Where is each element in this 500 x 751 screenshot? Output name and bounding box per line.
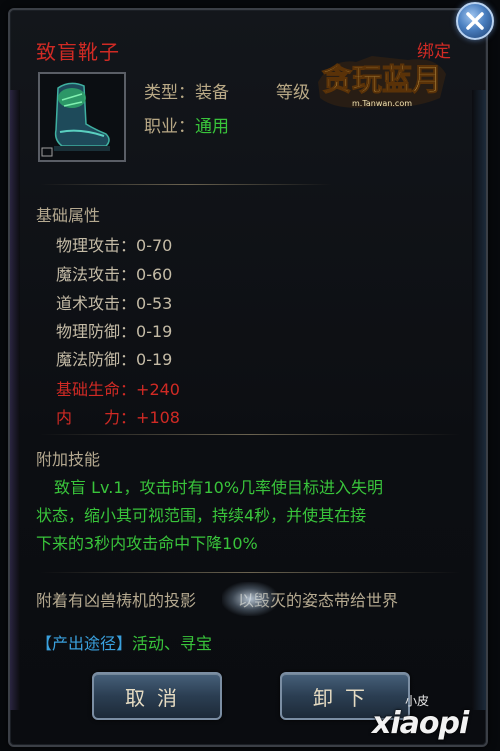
light-glare bbox=[222, 582, 278, 616]
attr-value: 0-19 bbox=[136, 322, 173, 341]
attr-value: 0-70 bbox=[136, 236, 173, 255]
attr-value: +240 bbox=[136, 380, 180, 399]
cancel-button[interactable]: 取消 bbox=[92, 672, 222, 720]
item-type-field: 类型：装备 bbox=[144, 78, 229, 103]
attr-label: 魔法攻击 bbox=[56, 265, 121, 284]
item-job-value: 通用 bbox=[195, 117, 229, 137]
item-name: 致盲靴子 bbox=[36, 40, 120, 64]
attr-value: 0-60 bbox=[136, 265, 173, 284]
skill-line: 状态，缩小其可视范围，持续4秒，并使其在接 bbox=[36, 506, 367, 525]
attr-label: 基础生命 bbox=[56, 380, 121, 399]
item-level-label: 等级 bbox=[276, 83, 310, 103]
close-icon bbox=[466, 12, 484, 30]
divider-top bbox=[40, 184, 332, 185]
game-logo: 贪玩蓝月 m.Tanwan.com bbox=[318, 56, 446, 108]
attr-label: 物理攻击 bbox=[56, 236, 121, 255]
attr-label: 物理防御 bbox=[56, 322, 121, 341]
flavor-text: 附着有凶兽梼机的投影 以毁灭的姿态带给世界 bbox=[36, 587, 398, 611]
base-attrs-title: 基础属性 bbox=[36, 206, 101, 225]
skill-line: 致盲 Lv.1，攻击时有10%几率使目标进入失明 bbox=[54, 478, 384, 497]
attr-label: 魔法防御 bbox=[56, 350, 121, 369]
attr-row: 物理防御：0-19 bbox=[56, 322, 173, 341]
left-border-decoration bbox=[10, 90, 20, 710]
attr-label: 内 力 bbox=[56, 408, 121, 427]
item-icon-slot bbox=[38, 72, 126, 162]
attr-row: 魔法攻击：0-60 bbox=[56, 265, 173, 284]
divider-mid bbox=[40, 434, 460, 435]
logo-title: 贪玩蓝月 bbox=[322, 63, 442, 98]
right-border-decoration bbox=[472, 90, 486, 710]
skill-description: 致盲 Lv.1，攻击时有10%几率使目标进入失明 状态，缩小其可视范围，持续4秒… bbox=[36, 474, 464, 558]
source-label: 【产出途径】 bbox=[36, 634, 133, 653]
bonus-attr-row: 内 力：+108 bbox=[56, 408, 180, 427]
flavor-left: 附着有凶兽梼机的投影 bbox=[36, 591, 197, 610]
logo-subtitle: m.Tanwan.com bbox=[352, 99, 412, 108]
watermark-big: xiaopi bbox=[372, 706, 469, 741]
item-job-label: 职业： bbox=[144, 117, 195, 137]
close-button[interactable] bbox=[456, 2, 494, 40]
divider-lower bbox=[40, 572, 460, 573]
item-type-label: 类型： bbox=[144, 83, 195, 103]
attr-row: 道术攻击：0-53 bbox=[56, 294, 173, 313]
skill-line: 下来的3秒内攻击命中下降10% bbox=[36, 534, 258, 553]
item-type-value: 装备 bbox=[195, 83, 229, 103]
attr-row: 物理攻击：0-70 bbox=[56, 236, 173, 255]
boots-icon bbox=[40, 74, 124, 160]
attr-value: 0-19 bbox=[136, 350, 173, 369]
attr-value: 0-53 bbox=[136, 294, 173, 313]
skill-title: 附加技能 bbox=[36, 450, 101, 469]
attr-label: 道术攻击 bbox=[56, 294, 121, 313]
source-row: 【产出途径】活动、寻宝 bbox=[36, 630, 212, 654]
bonus-attr-row: 基础生命：+240 bbox=[56, 380, 180, 399]
attr-value: +108 bbox=[136, 408, 180, 427]
site-watermark: 小皮 xiaopi bbox=[372, 694, 496, 748]
attr-row: 魔法防御：0-19 bbox=[56, 350, 173, 369]
item-job-field: 职业：通用 bbox=[144, 112, 229, 137]
source-value: 活动、寻宝 bbox=[132, 634, 213, 653]
